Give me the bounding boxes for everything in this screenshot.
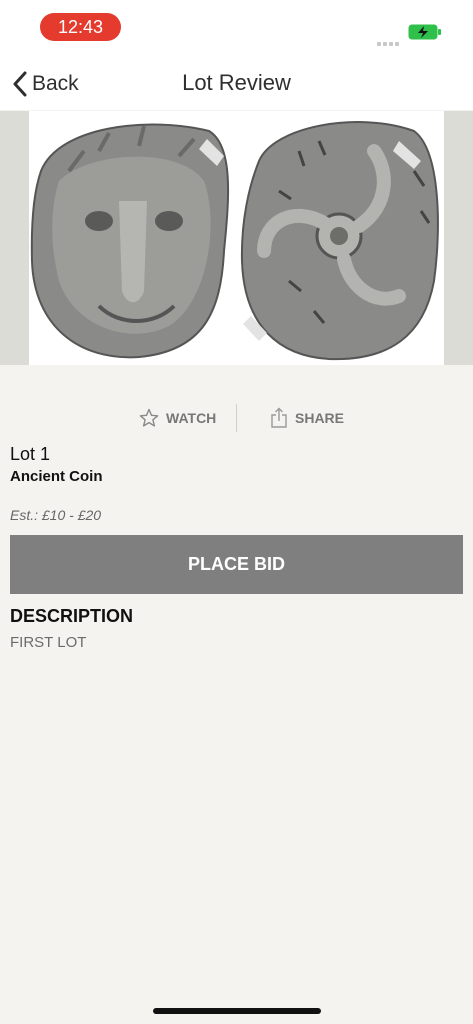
page-title: Lot Review — [182, 70, 291, 95]
status-time: 12:43 — [40, 13, 121, 41]
battery-icon — [408, 24, 441, 40]
lot-estimate: Est.: £10 - £20 — [10, 507, 102, 523]
status-bar: 12:43 — [0, 0, 473, 54]
nav-bar: Back Lot Review — [0, 54, 473, 110]
lot-image[interactable] — [29, 111, 444, 365]
place-bid-button[interactable]: PLACE BID — [10, 535, 463, 594]
home-indicator[interactable] — [153, 1008, 321, 1014]
lot-actions: WATCH SHARE — [0, 400, 473, 436]
actions-divider — [236, 404, 237, 432]
watch-label: WATCH — [166, 410, 217, 426]
description-heading: DESCRIPTION — [10, 606, 134, 626]
watch-button[interactable]: WATCH — [139, 400, 216, 436]
share-button[interactable]: SHARE — [270, 400, 344, 436]
lot-image-band — [0, 111, 473, 365]
lot-number: Lot 1 — [10, 444, 51, 464]
description-text: FIRST LOT — [10, 634, 87, 651]
coin-image — [30, 121, 439, 361]
signal-icon — [377, 33, 401, 46]
lot-title: Ancient Coin — [10, 468, 103, 485]
share-icon — [271, 407, 287, 428]
share-label: SHARE — [295, 410, 345, 426]
star-icon — [139, 408, 159, 427]
